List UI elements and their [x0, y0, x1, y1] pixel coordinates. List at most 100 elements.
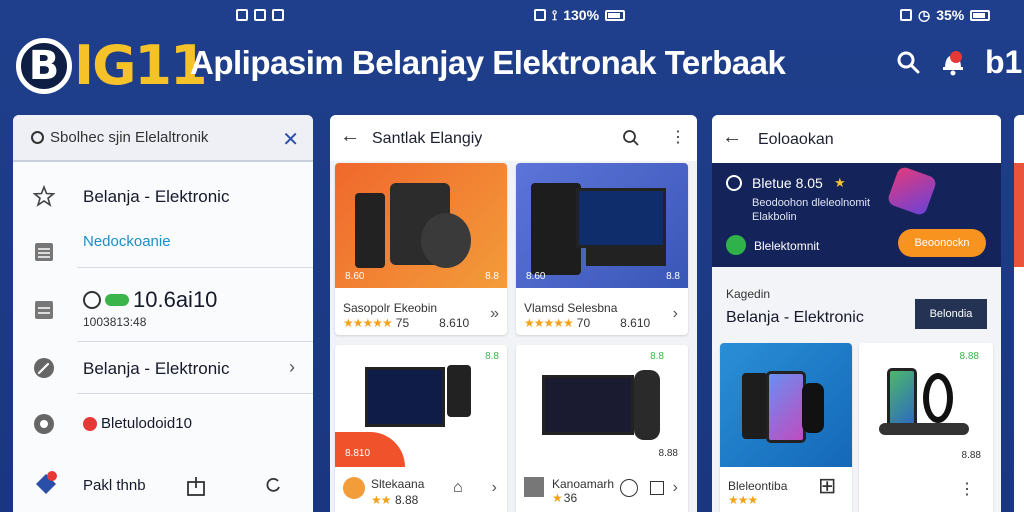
product-card[interactable]: Bleleontiba ★★★ ⊞ — [720, 343, 852, 512]
product-corner-label: 8.810 — [345, 448, 371, 459]
brand-icon — [343, 477, 365, 499]
close-icon[interactable]: ✕ — [282, 127, 299, 152]
product-price: 8.88 — [394, 493, 419, 507]
chevron-right-icon: › — [672, 305, 678, 322]
share-icon[interactable] — [185, 475, 207, 497]
info-icon[interactable] — [620, 479, 638, 497]
list-item-link[interactable]: Nedockoanie — [83, 233, 171, 250]
image-icon — [534, 9, 546, 21]
notification-icon — [272, 9, 284, 21]
rating-stars-icon: ★ — [552, 491, 563, 505]
support-icon — [34, 414, 54, 434]
list-item-content: Bletulodoid10 — [83, 415, 192, 432]
rating-stars-icon: ★★★★★ — [343, 316, 393, 330]
product-rating: 36 — [563, 491, 578, 505]
bottom-bar: Pakl thnb — [13, 465, 313, 505]
battery-icon — [605, 9, 626, 21]
alert-icon — [83, 416, 97, 431]
stat-row: 10.6ai10 — [83, 287, 217, 313]
home-icon[interactable]: ⌂ — [453, 479, 463, 497]
logo-badge: B — [16, 37, 72, 94]
product-image: 8.810 8.8 — [335, 345, 507, 467]
product-name: Sltekaana — [371, 477, 425, 491]
battery-percent: 130% — [563, 7, 600, 23]
section-button[interactable]: Belondia — [915, 299, 987, 329]
product-rating: 70 — [576, 316, 591, 330]
tag-icon[interactable] — [33, 471, 59, 497]
leaf-icon — [726, 235, 746, 255]
promo-tag: Blelektomnit — [754, 239, 820, 253]
add-icon[interactable]: ⊞ — [818, 473, 836, 499]
refresh-icon — [83, 291, 101, 309]
product-corner-label: 8.88 — [658, 448, 678, 459]
promo-desc: Beodoohon dleleolnomit — [752, 197, 871, 209]
header-profile-text[interactable]: b1 — [985, 44, 1022, 81]
product-price: 8.610 — [439, 316, 470, 330]
app-title: Aplipasim Belanjay Elektronak Terbaak — [190, 44, 786, 81]
search-icon[interactable] — [622, 129, 640, 147]
wifi-icon: ⟟ — [552, 6, 558, 23]
product-image: 8.60 8.8 — [335, 163, 507, 288]
product-name: Sasopolr Ekeobin — [343, 301, 438, 315]
search-icon[interactable] — [896, 50, 920, 74]
product-card[interactable]: 8.88 8.88 ⋮ — [859, 343, 993, 512]
list-item-label: Belanja - Elektronic — [83, 359, 230, 378]
app-logo[interactable]: B IG11 — [16, 34, 208, 97]
divider — [77, 393, 313, 394]
section-label: Kagedin — [726, 287, 771, 301]
status-bar-center: ⟟ 130% — [534, 6, 626, 24]
panel-title: Eoloaokan — [758, 131, 834, 148]
promo-banner[interactable]: Bletue 8.05 ★ Beodoohon dleleolnomit Ela… — [712, 163, 1001, 267]
promo-desc: Elakbolin — [752, 211, 797, 223]
section-title: Belanja - Elektronic — [726, 309, 864, 326]
rating-stars-icon: ★★★★★ — [524, 316, 574, 330]
list-icon — [35, 243, 53, 261]
bottom-bar-label[interactable]: Pakl thnb — [83, 477, 146, 494]
promo-button[interactable]: Beoonockn — [898, 229, 986, 257]
list-item[interactable]: Belanja - Elektronic Nedockoanie — [13, 177, 313, 267]
promo-title: Bletue 8.05 — [752, 175, 823, 191]
search-icon — [31, 131, 44, 144]
search-placeholder: Sbolhec sjin Elelaltronik — [50, 129, 209, 146]
list-item[interactable]: Belanja - Elektronic › — [13, 347, 313, 391]
chevron-right-icon: › — [289, 357, 295, 377]
search-input[interactable]: Sbolhec sjin Elelaltronik ✕ — [13, 115, 313, 162]
expand-icon[interactable] — [650, 481, 664, 495]
product-list-panel: ← Santlak Elangiy ⋮ 8.60 8.8 Sasopolr Ek… — [330, 115, 697, 512]
star-icon: ★ — [834, 175, 846, 190]
image-icon — [236, 9, 248, 21]
product-corner-label: 8.60 — [526, 271, 546, 282]
category-panel: ← Eoloaokan Bletue 8.05 ★ Beodoohon dlel… — [712, 115, 1001, 512]
product-meta: ★★★★★ 75 8.610 — [343, 316, 469, 330]
product-card[interactable]: 8.8 8.88 Kanoamarh ★ 36 › — [516, 345, 688, 512]
notification-bell-icon[interactable] — [941, 48, 965, 78]
product-card[interactable]: 8.810 8.8 Sltekaana ★★ 8.88 ⌂ › — [335, 345, 507, 512]
list-item[interactable]: Bletulodoid10 — [13, 403, 313, 443]
product-image — [720, 343, 852, 467]
tag-icon — [726, 175, 742, 191]
product-badge: 8.88 — [959, 351, 979, 362]
battery-icon — [970, 9, 991, 21]
logo-text: IG11 — [74, 34, 208, 97]
stat-sub: 1003813:48 — [83, 315, 147, 329]
more-icon[interactable]: ⋮ — [670, 127, 686, 147]
product-badge: 8.8 — [650, 351, 664, 362]
product-card[interactable]: 8.60 8.8 Sasopolr Ekeobin ★★★★★ 75 8.610… — [335, 163, 507, 335]
product-corner-label: 8.60 — [345, 271, 365, 282]
back-arrow-icon[interactable]: ← — [340, 125, 360, 148]
list-item[interactable]: 10.6ai10 1003813:48 — [13, 275, 313, 341]
list-item-label: Bletulodoid10 — [101, 415, 192, 432]
app-bar: ← Eoloaokan — [712, 115, 1001, 163]
product-name: Bleleontiba — [728, 479, 788, 493]
back-arrow-icon[interactable]: ← — [722, 126, 742, 149]
battery-percent: 35% — [936, 7, 965, 23]
product-name: Vlamsd Selesbna — [524, 301, 618, 315]
product-card[interactable]: 8.60 8.8 Vlamsd Selesbna ★★★★★ 70 8.610 … — [516, 163, 688, 335]
product-meta: ★★ 8.88 — [371, 491, 418, 509]
chevron-right-icon: » — [490, 305, 499, 322]
product-image: 8.88 8.88 — [859, 343, 993, 467]
refresh-icon[interactable] — [263, 475, 283, 495]
thumbnail — [524, 477, 544, 497]
product-image: 8.8 8.88 — [516, 345, 688, 467]
more-icon[interactable]: ⋮ — [959, 479, 975, 499]
